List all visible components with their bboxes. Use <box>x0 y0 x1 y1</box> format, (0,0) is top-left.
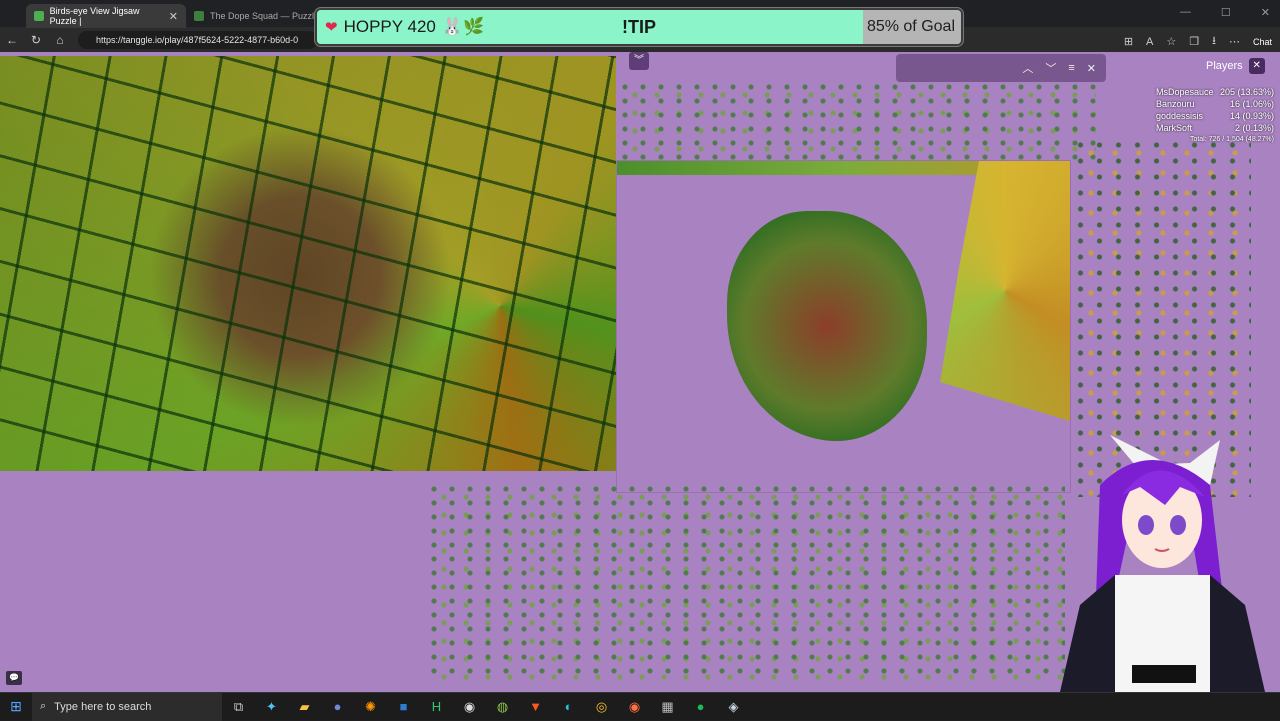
app-icon[interactable]: ◍ <box>486 696 519 718</box>
home-icon[interactable]: ⌂ <box>48 33 72 47</box>
collections-icon[interactable]: ❐ <box>1189 35 1199 48</box>
player-score: 14 (0.93%) <box>1229 111 1274 121</box>
player-score: 205 (13.63%) <box>1219 87 1274 97</box>
close-tab-icon[interactable]: ✕ <box>169 10 178 23</box>
copilot-icon[interactable]: ✦ <box>255 696 288 718</box>
tab-dope-squad[interactable]: The Dope Squad — Puzzles <box>186 4 332 28</box>
app-h-icon[interactable]: H <box>420 696 453 718</box>
puzzle-favicon-icon <box>34 11 44 21</box>
total-progress: Total: 726 / 1,504 (48.27%) <box>1189 136 1274 143</box>
player-name: MarkSoft <box>1156 123 1193 133</box>
reference-image <box>0 56 616 471</box>
edge-icon[interactable]: ◐ <box>552 696 585 718</box>
reader-icon[interactable]: A <box>1146 36 1153 48</box>
loose-pieces-top[interactable] <box>616 80 1096 160</box>
reload-icon[interactable]: ↻ <box>24 33 48 47</box>
player-row: goddessisis 14 (0.93%) <box>1156 110 1274 122</box>
player-list: MsDopesauce 205 (13.63%) Banzouru 16 (1.… <box>1156 86 1274 143</box>
favorite-icon[interactable]: ☆ <box>1166 35 1176 48</box>
puzzle-favicon-icon <box>194 11 204 21</box>
tip-goal-banner: ❤ HOPPY 420 🐰🌿 !TIP 85% of Goal <box>315 8 963 46</box>
assembled-puzzle-area[interactable] <box>616 160 1071 493</box>
tab-jigsaw-puzzle[interactable]: Birds-eye View Jigsaw Puzzle | ✕ <box>26 4 186 28</box>
player-name: goddessisis <box>1156 111 1204 121</box>
chrome-icon[interactable]: ◎ <box>585 696 618 718</box>
player-row: MsDopesauce 205 (13.63%) <box>1156 86 1274 98</box>
collapse-chevron-icon[interactable]: ︾ <box>629 52 649 70</box>
windows-start-icon[interactable]: ⊞ <box>0 698 32 715</box>
firefox-like-icon[interactable]: ✺ <box>354 696 387 718</box>
chevron-up-icon[interactable]: ︿ <box>1022 60 1033 76</box>
close-window-icon[interactable]: ✕ <box>1261 6 1270 19</box>
goal-progress-text: 85% of Goal <box>866 18 955 35</box>
taskbar: ⊞ ⌕ Type here to search ⧉ ✦ ▰ ● ✺ ■ H ◉ … <box>0 692 1280 721</box>
assembled-village-cluster <box>727 211 927 441</box>
players-label[interactable]: Players <box>1206 60 1243 72</box>
menu-icon[interactable]: ≡ <box>1068 62 1074 74</box>
app-icon[interactable]: ▦ <box>651 696 684 718</box>
window-controls: — ☐ ✕ <box>1180 6 1270 19</box>
brave-icon[interactable]: ▼ <box>519 696 552 718</box>
task-view-icon[interactable]: ⧉ <box>222 696 255 718</box>
file-explorer-icon[interactable]: ▰ <box>288 696 321 718</box>
taskbar-search[interactable]: ⌕ Type here to search <box>32 692 222 721</box>
maximize-icon[interactable]: ☐ <box>1221 6 1231 19</box>
search-placeholder: Type here to search <box>54 700 152 713</box>
download-icon[interactable]: ⭳ <box>1212 32 1216 51</box>
spotify-icon[interactable]: ● <box>684 696 717 718</box>
players-panel-header: Players ✕ <box>1206 58 1265 74</box>
player-score: 16 (1.06%) <box>1229 99 1274 109</box>
chat-button[interactable]: Chat <box>1253 37 1272 47</box>
obs-icon[interactable]: ◉ <box>453 696 486 718</box>
assembled-rice-fields <box>940 161 1070 421</box>
close-players-icon[interactable]: ✕ <box>1248 58 1265 74</box>
minimize-icon[interactable]: — <box>1180 6 1191 19</box>
vtuber-avatar <box>1060 435 1265 692</box>
back-icon[interactable]: ← <box>0 33 24 47</box>
player-name: MsDopesauce <box>1156 87 1214 97</box>
loose-pieces-bottom[interactable] <box>425 482 1065 682</box>
puzzle-toolbar: ︿ ﹀ ≡ ✕ <box>896 54 1106 82</box>
chevron-down-icon[interactable]: ﹀ <box>1045 60 1056 76</box>
tab-label: The Dope Squad — Puzzles <box>210 11 324 21</box>
app-icon[interactable]: ■ <box>387 696 420 718</box>
player-row: MarkSoft 2 (0.13%) <box>1156 122 1274 134</box>
chat-bubble-icon[interactable]: 💬 <box>6 671 22 685</box>
player-row: Banzouru 16 (1.06%) <box>1156 98 1274 110</box>
url-field[interactable]: https://tanggle.io/play/487f5624-5222-48… <box>78 31 318 49</box>
settings-icon[interactable]: ⋯ <box>1229 35 1240 48</box>
player-name: Banzouru <box>1156 99 1195 109</box>
search-icon: ⌕ <box>40 700 47 712</box>
close-icon[interactable]: ✕ <box>1087 62 1096 75</box>
firefox-icon[interactable]: ◉ <box>618 696 651 718</box>
browser-toolbar: ⊞ A ☆ ❐ ⭳ ⋯ Chat <box>1124 32 1272 51</box>
extensions-icon[interactable]: ⊞ <box>1124 35 1133 48</box>
steam-icon[interactable]: ◈ <box>717 696 750 718</box>
player-score: 2 (0.13%) <box>1234 123 1274 133</box>
goal-command: !TIP <box>622 17 656 37</box>
discord-icon[interactable]: ● <box>321 696 354 718</box>
tab-label: Birds-eye View Jigsaw Puzzle | <box>49 6 140 26</box>
